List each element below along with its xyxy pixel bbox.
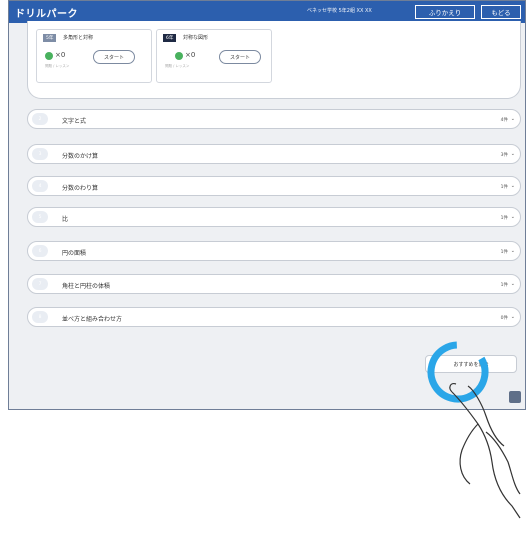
chapter-number: 2: [32, 113, 48, 125]
chapter-row[interactable]: 7 角柱と円柱の体積 1件 ⌄: [27, 274, 521, 294]
chapter-name: 分数のわり算: [62, 185, 99, 192]
unit-card[interactable]: 5年 多角形と対称 ×0 問題 / レッスン スタート: [36, 29, 152, 83]
chapter-count: 0件: [500, 316, 508, 321]
chapter-number: 5: [32, 211, 48, 223]
star-count: ×0: [185, 51, 196, 59]
chapter-row[interactable]: 6 円の面積 1件 ⌄: [27, 241, 521, 261]
chapter-count: 4件: [500, 118, 508, 123]
chevron-down-icon: ⌄: [510, 116, 515, 122]
grade-tag: 6年: [163, 34, 177, 42]
chapter-number: 3: [32, 148, 48, 160]
recommend-button[interactable]: おすすめを表示: [425, 355, 517, 373]
chapter-row[interactable]: 5 比 1件 ⌄: [27, 207, 521, 227]
chapter-row[interactable]: 4 分数のわり算 1件 ⌄: [27, 176, 521, 196]
star-icon: [45, 52, 53, 60]
chapter-number: 7: [32, 278, 48, 290]
chevron-down-icon: ⌄: [510, 151, 515, 157]
chapter-count: 3件: [500, 153, 508, 158]
unit-sub-text: 問題 / レッスン: [165, 64, 190, 68]
app-screen: ドリルパーク ベネッセ学校 5年2組 XX XX ふりかえり もどる 5年 多角…: [8, 0, 526, 410]
star-count: ×0: [55, 51, 66, 59]
start-button[interactable]: スタート: [219, 50, 261, 64]
chapter-count: 1件: [500, 185, 508, 190]
chapter-name: 角柱と円柱の体積: [62, 283, 111, 290]
chapter-count: 1件: [500, 216, 508, 221]
chapter-row[interactable]: 2 文字と式 4件 ⌄: [27, 109, 521, 129]
chapter-name: 円の面積: [62, 250, 87, 257]
chapter-name: 並べ方と組み合わせ方: [62, 316, 123, 323]
chevron-down-icon: ⌄: [510, 314, 515, 320]
chapter-name: 文字と式: [62, 118, 87, 125]
chevron-down-icon: ⌄: [510, 281, 515, 287]
app-header: ドリルパーク ベネッセ学校 5年2組 XX XX ふりかえり もどる: [9, 1, 525, 23]
chapter-number: 6: [32, 245, 48, 257]
back-button[interactable]: もどる: [481, 5, 521, 19]
unit-card[interactable]: 6年 対称な図形 ×0 問題 / レッスン スタート: [156, 29, 272, 83]
unit-sub-text: 問題 / レッスン: [45, 64, 70, 68]
star-icon: [175, 52, 183, 60]
unit-card-panel: 5年 多角形と対称 ×0 問題 / レッスン スタート 6年 対称な図形 ×0 …: [27, 21, 521, 99]
grade-tag: 5年: [43, 34, 57, 42]
chapter-number: 4: [32, 180, 48, 192]
unit-title: 対称な図形: [183, 35, 209, 41]
start-button[interactable]: スタート: [93, 50, 135, 64]
chapter-number: 8: [32, 311, 48, 323]
chapter-name: 分数のかけ算: [62, 153, 99, 160]
chevron-down-icon: ⌄: [510, 183, 515, 189]
chapter-row[interactable]: 3 分数のかけ算 3件 ⌄: [27, 144, 521, 164]
chevron-down-icon: ⌄: [510, 248, 515, 254]
tool-icon[interactable]: [509, 391, 521, 403]
user-info: ベネッセ学校 5年2組 XX XX: [307, 8, 372, 14]
app-title: ドリルパーク: [15, 9, 78, 20]
chevron-down-icon: ⌄: [510, 214, 515, 220]
chapter-count: 1件: [500, 250, 508, 255]
chapter-row[interactable]: 8 並べ方と組み合わせ方 0件 ⌄: [27, 307, 521, 327]
chapter-name: 比: [62, 216, 69, 223]
review-button[interactable]: ふりかえり: [415, 5, 475, 19]
chapter-count: 1件: [500, 283, 508, 288]
unit-title: 多角形と対称: [63, 35, 94, 41]
